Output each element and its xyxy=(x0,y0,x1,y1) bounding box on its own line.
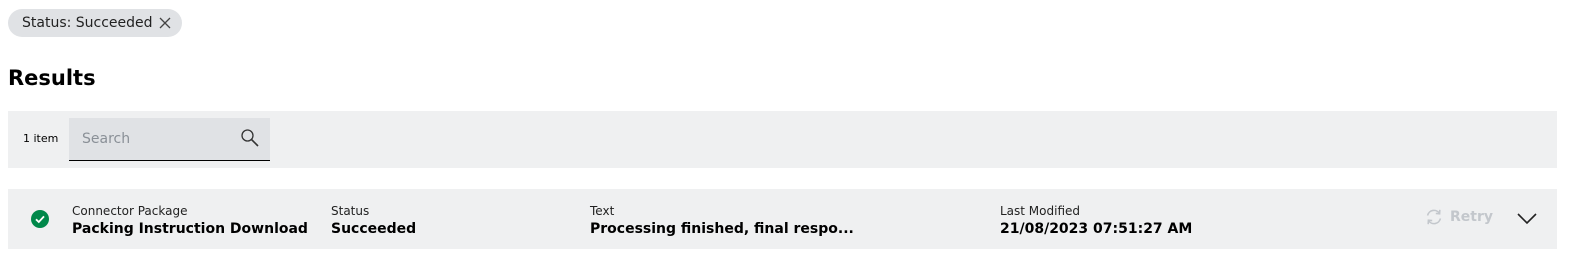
cell-last-modified: Last Modified 21/08/2023 07:51:27 AM xyxy=(1000,204,1192,239)
chevron-down-icon[interactable] xyxy=(1516,210,1538,226)
table-row[interactable]: Connector Package Packing Instruction Do… xyxy=(8,189,1557,249)
last-modified-value: 21/08/2023 07:51:27 AM xyxy=(1000,221,1193,237)
results-toolbar: 1 item xyxy=(8,111,1557,168)
retry-button[interactable]: Retry xyxy=(1424,207,1493,227)
check-circle-icon xyxy=(31,210,49,228)
column-label-last-modified: Last Modified xyxy=(1000,204,1081,218)
cell-connector-package: Connector Package Packing Instruction Do… xyxy=(72,204,308,239)
connector-package-value: Packing Instruction Download xyxy=(72,221,308,237)
column-label-connector-package: Connector Package xyxy=(72,204,188,218)
filter-chip-status[interactable]: Status: Succeeded xyxy=(8,9,182,37)
search-icon[interactable] xyxy=(240,128,260,148)
search-input[interactable] xyxy=(69,118,234,160)
column-label-text: Text xyxy=(590,204,615,218)
item-count: 1 item xyxy=(23,132,59,145)
cell-status: Status Succeeded xyxy=(331,204,416,239)
close-icon[interactable] xyxy=(158,16,172,30)
status-value: Succeeded xyxy=(331,221,417,237)
filter-chip-label: Status: Succeeded xyxy=(22,15,153,31)
results-heading: Results xyxy=(8,66,96,90)
cell-text: Text Processing finished, final respo... xyxy=(590,204,854,239)
search-field[interactable] xyxy=(69,118,270,161)
column-label-status: Status xyxy=(331,204,370,218)
retry-label: Retry xyxy=(1450,209,1493,225)
refresh-icon xyxy=(1426,209,1442,225)
text-value: Processing finished, final respo... xyxy=(590,221,854,237)
